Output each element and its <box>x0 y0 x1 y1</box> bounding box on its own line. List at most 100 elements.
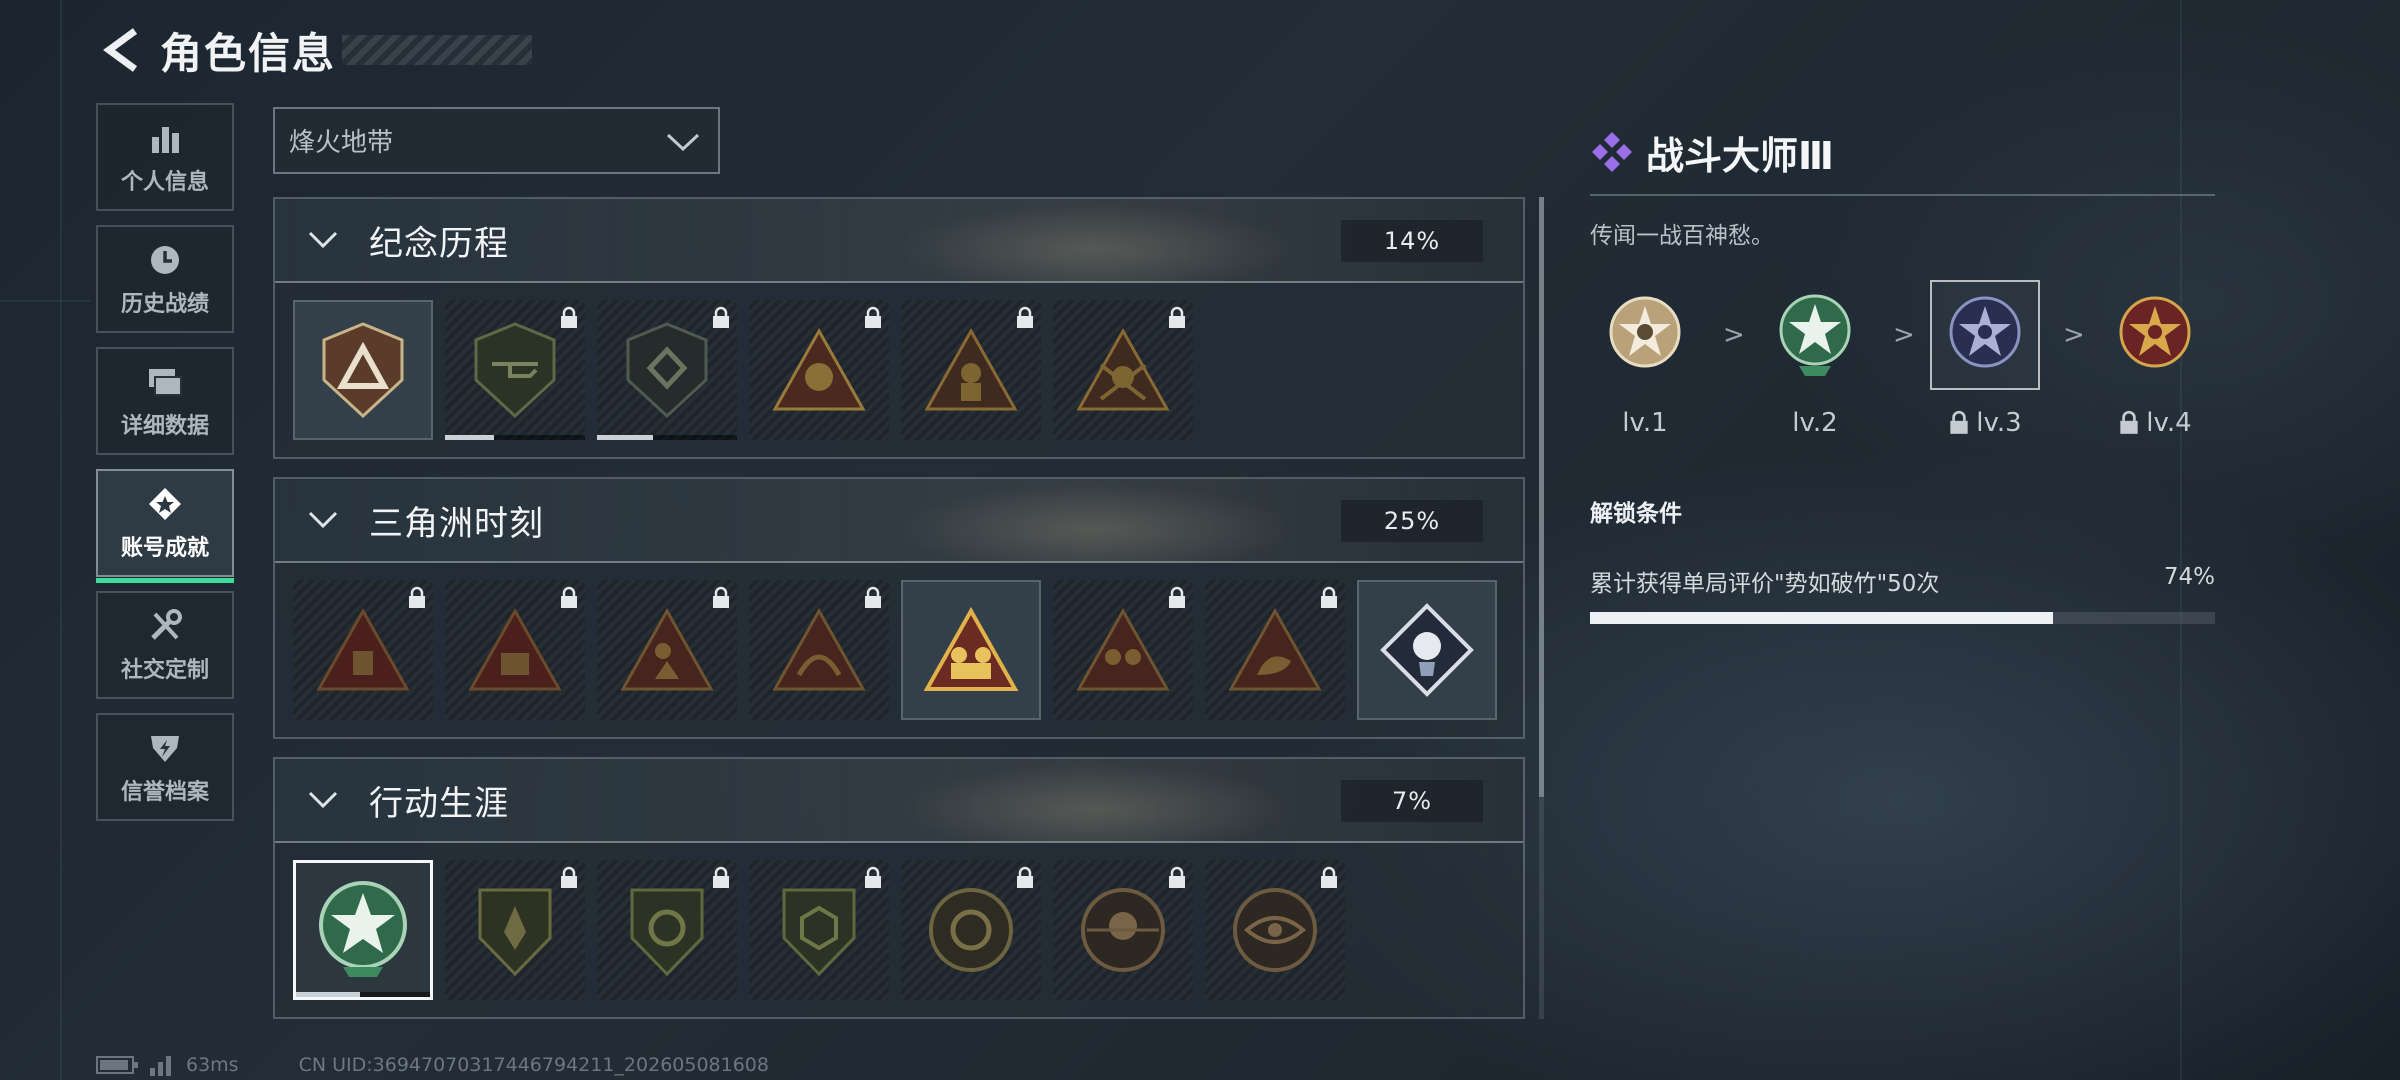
lock-icon <box>561 866 577 888</box>
mode-select-value: 烽火地带 <box>289 128 394 158</box>
figure-triangle-badge-icon <box>924 327 1018 411</box>
level-separator: > <box>1723 320 1745 350</box>
achievement-list[interactable]: 纪念历程 14% 三角洲时刻 25% 行动生涯 7% <box>273 197 1525 1019</box>
shield-icon <box>145 728 185 768</box>
achievement-badge[interactable] <box>1357 580 1497 720</box>
collapse-chevron-icon[interactable] <box>293 509 353 531</box>
achievement-badge[interactable] <box>749 860 889 1000</box>
achievement-section: 纪念历程 14% <box>273 197 1525 459</box>
level-4-medal-icon <box>2100 280 2210 390</box>
back-button[interactable] <box>96 22 146 78</box>
scrollbar-thumb[interactable] <box>1539 197 1544 797</box>
hud-line <box>0 300 90 302</box>
achievement-icon <box>145 484 185 524</box>
level-separator: > <box>2063 320 2085 350</box>
achievement-badge[interactable] <box>901 300 1041 440</box>
skull-emblem-badge-icon <box>1081 888 1165 972</box>
achievement-badge[interactable] <box>597 300 737 440</box>
sidebar-item-credit-record[interactable]: 信誉档案 <box>96 713 234 821</box>
signal-bars-icon <box>150 1056 171 1076</box>
achievement-badge[interactable] <box>1205 580 1345 720</box>
achievement-badge[interactable] <box>445 580 585 720</box>
sidebar-item-label: 个人信息 <box>120 170 209 195</box>
achievement-badge[interactable] <box>445 860 585 1000</box>
level-item[interactable]: lv.4 <box>2100 280 2210 438</box>
section-title: 行动生涯 <box>369 783 509 824</box>
achievement-badge[interactable] <box>597 860 737 1000</box>
level-label: lv.3 <box>1930 408 2040 438</box>
mode-select[interactable]: 烽火地带 <box>273 107 720 174</box>
achievement-description: 传闻一战百神愁。 <box>1590 223 1774 249</box>
hex-shield-badge-icon <box>782 888 856 977</box>
clock-icon <box>145 240 185 280</box>
section-percent: 7% <box>1341 780 1483 822</box>
list-scrollbar[interactable] <box>1539 197 1544 1019</box>
achievement-badge[interactable] <box>749 580 889 720</box>
bar-chart-icon <box>145 118 185 158</box>
collapse-chevron-icon[interactable] <box>293 229 353 251</box>
achievement-badge[interactable] <box>1053 300 1193 440</box>
purple-diamond-cluster-icon <box>1592 132 1632 172</box>
level-1-medal-icon <box>1590 280 1700 390</box>
achievement-badge[interactable] <box>1053 580 1193 720</box>
level-label: lv.1 <box>1590 408 1700 438</box>
sidebar-item-label: 信誉档案 <box>120 780 209 805</box>
section-banner-art <box>835 199 1355 281</box>
achievement-badge[interactable] <box>901 580 1041 720</box>
level-item[interactable]: lv.2 <box>1760 280 1870 438</box>
unlock-progress-fill <box>1590 612 2053 624</box>
achievement-badge[interactable] <box>293 300 433 440</box>
lock-icon <box>865 866 881 888</box>
triangle-shield-badge-icon <box>322 322 404 419</box>
tools-icon <box>145 606 185 646</box>
unlock-condition-title: 解锁条件 <box>1590 501 1682 527</box>
unlock-condition-percent: 74% <box>2163 564 2215 590</box>
title-stripe <box>342 35 533 65</box>
sidebar-item-achievements[interactable]: 账号成就 <box>96 469 234 583</box>
back-arrow-icon <box>103 28 138 72</box>
sidebar-item-history[interactable]: 历史战绩 <box>96 225 234 333</box>
sidebar-item-label: 历史战绩 <box>120 292 209 317</box>
section-badges <box>275 843 1523 1017</box>
level-label: lv.4 <box>2100 408 2210 438</box>
sidebar-item-detailed-data[interactable]: 详细数据 <box>96 347 234 455</box>
achievement-title: 战斗大师Ⅲ <box>1646 133 1834 178</box>
achievement-badge[interactable] <box>445 300 585 440</box>
achievement-badge[interactable] <box>293 580 433 720</box>
level-3-medal-icon <box>1930 280 2040 390</box>
achievement-badge[interactable] <box>597 580 737 720</box>
lock-icon <box>713 866 729 888</box>
achievement-badge[interactable] <box>1053 860 1193 1000</box>
helicopter-badge-icon <box>474 322 556 419</box>
chevron-down-icon <box>666 133 700 152</box>
section-banner-art <box>835 759 1355 841</box>
lock-icon <box>713 586 729 608</box>
section-header[interactable]: 三角洲时刻 25% <box>275 479 1523 563</box>
lock-icon <box>865 586 881 608</box>
achievement-badge[interactable] <box>901 860 1041 1000</box>
collapse-chevron-icon[interactable] <box>293 789 353 811</box>
section-header[interactable]: 行动生涯 7% <box>275 759 1523 843</box>
lock-icon <box>1169 306 1185 328</box>
page-title: 角色信息 <box>160 28 337 78</box>
achievement-detail-panel: 战斗大师Ⅲ 传闻一战百神愁。 lv.1 > lv.2 > lv.3 > lv.4… <box>1590 120 2215 624</box>
sidebar-item-social-custom[interactable]: 社交定制 <box>96 591 234 699</box>
folder-icon <box>145 362 185 402</box>
section-title: 三角洲时刻 <box>369 503 544 544</box>
achievement-badge-selected[interactable] <box>293 860 433 1000</box>
section-header[interactable]: 纪念历程 14% <box>275 199 1523 283</box>
star-medal-badge-icon <box>319 881 407 977</box>
round-emblem-badge-icon <box>929 888 1013 972</box>
level-item-current[interactable]: lv.3 <box>1930 280 2040 438</box>
level-item[interactable]: lv.1 <box>1590 280 1700 438</box>
lock-icon <box>561 306 577 328</box>
badge-progress <box>597 435 737 440</box>
kneeling-triangle-badge-icon <box>620 607 714 691</box>
achievement-badge[interactable] <box>1205 860 1345 1000</box>
achievement-badge[interactable] <box>749 300 889 440</box>
level-label-text: lv.4 <box>2146 408 2192 438</box>
flame-shield-badge-icon <box>478 888 552 977</box>
sidebar-item-personal-info[interactable]: 个人信息 <box>96 103 234 211</box>
lock-icon <box>409 586 425 608</box>
lock-icon <box>1169 586 1185 608</box>
